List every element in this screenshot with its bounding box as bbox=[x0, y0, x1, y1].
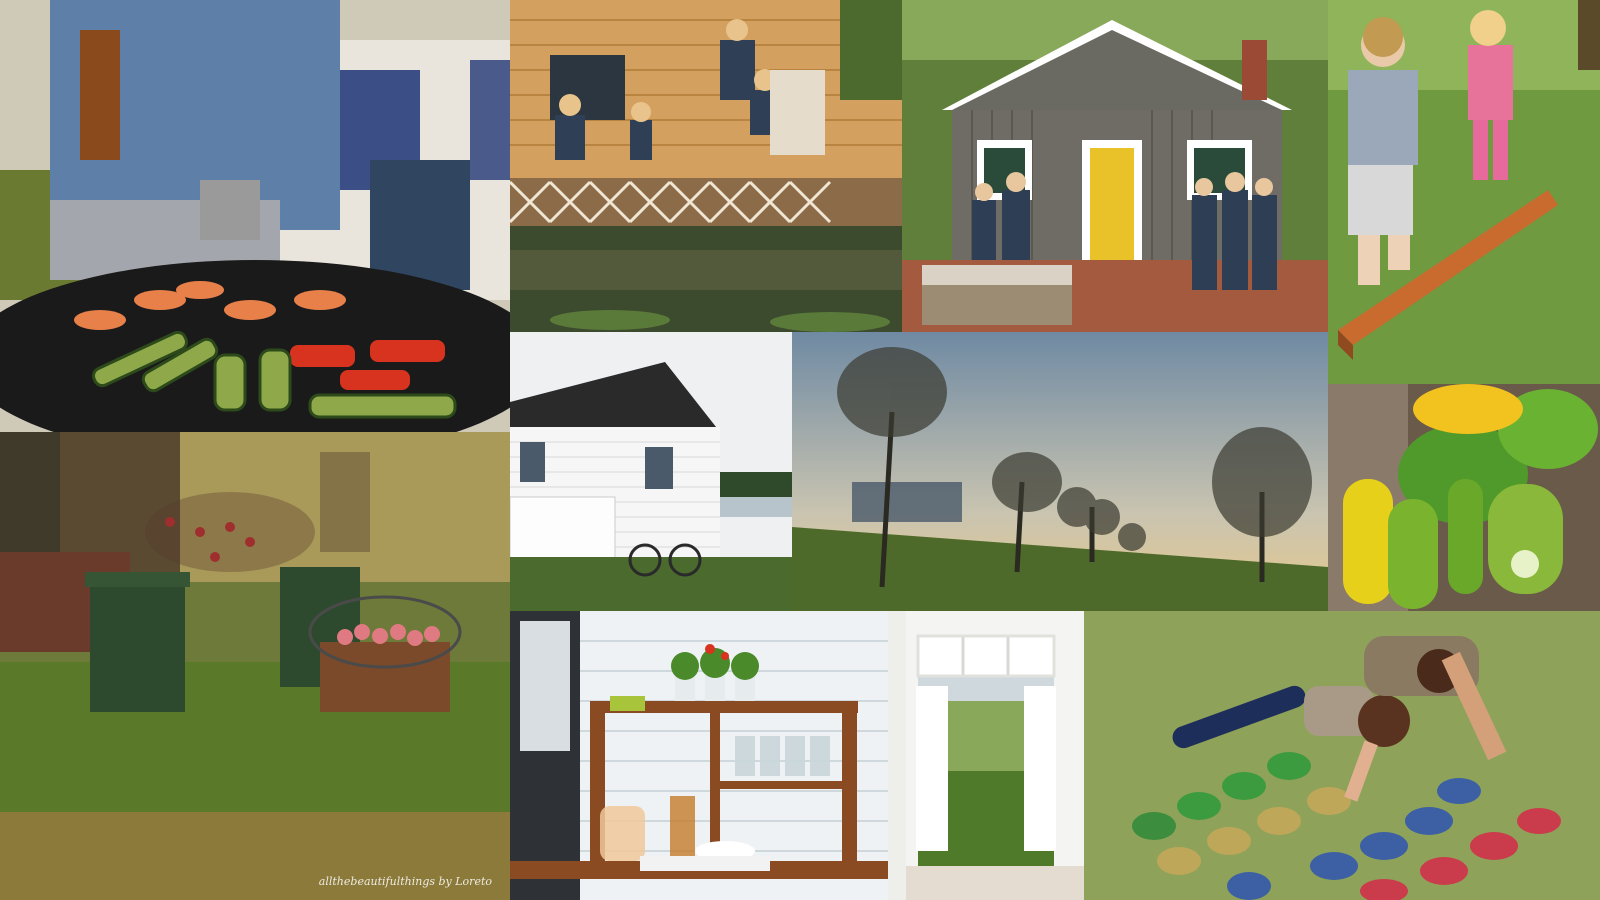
photo-collage: allthebeautifulthings by Loreto bbox=[0, 0, 1600, 900]
photo-zucchini bbox=[1328, 384, 1600, 611]
signature-watermark: allthebeautifulthings by Loreto bbox=[318, 875, 492, 888]
photo-autumn-garden: allthebeautifulthings by Loreto bbox=[0, 432, 510, 900]
photo-white-cottage bbox=[510, 332, 792, 611]
photo-french-doors bbox=[888, 611, 1084, 900]
photo-lawn-twister bbox=[1084, 611, 1600, 900]
photo-family-deck bbox=[510, 0, 902, 332]
photo-grilling bbox=[0, 0, 510, 432]
photo-meadow-dusk bbox=[792, 332, 1328, 611]
photo-grey-cottage bbox=[902, 0, 1328, 332]
photo-balance-beam bbox=[1328, 0, 1600, 384]
photo-drink-station bbox=[510, 611, 888, 900]
